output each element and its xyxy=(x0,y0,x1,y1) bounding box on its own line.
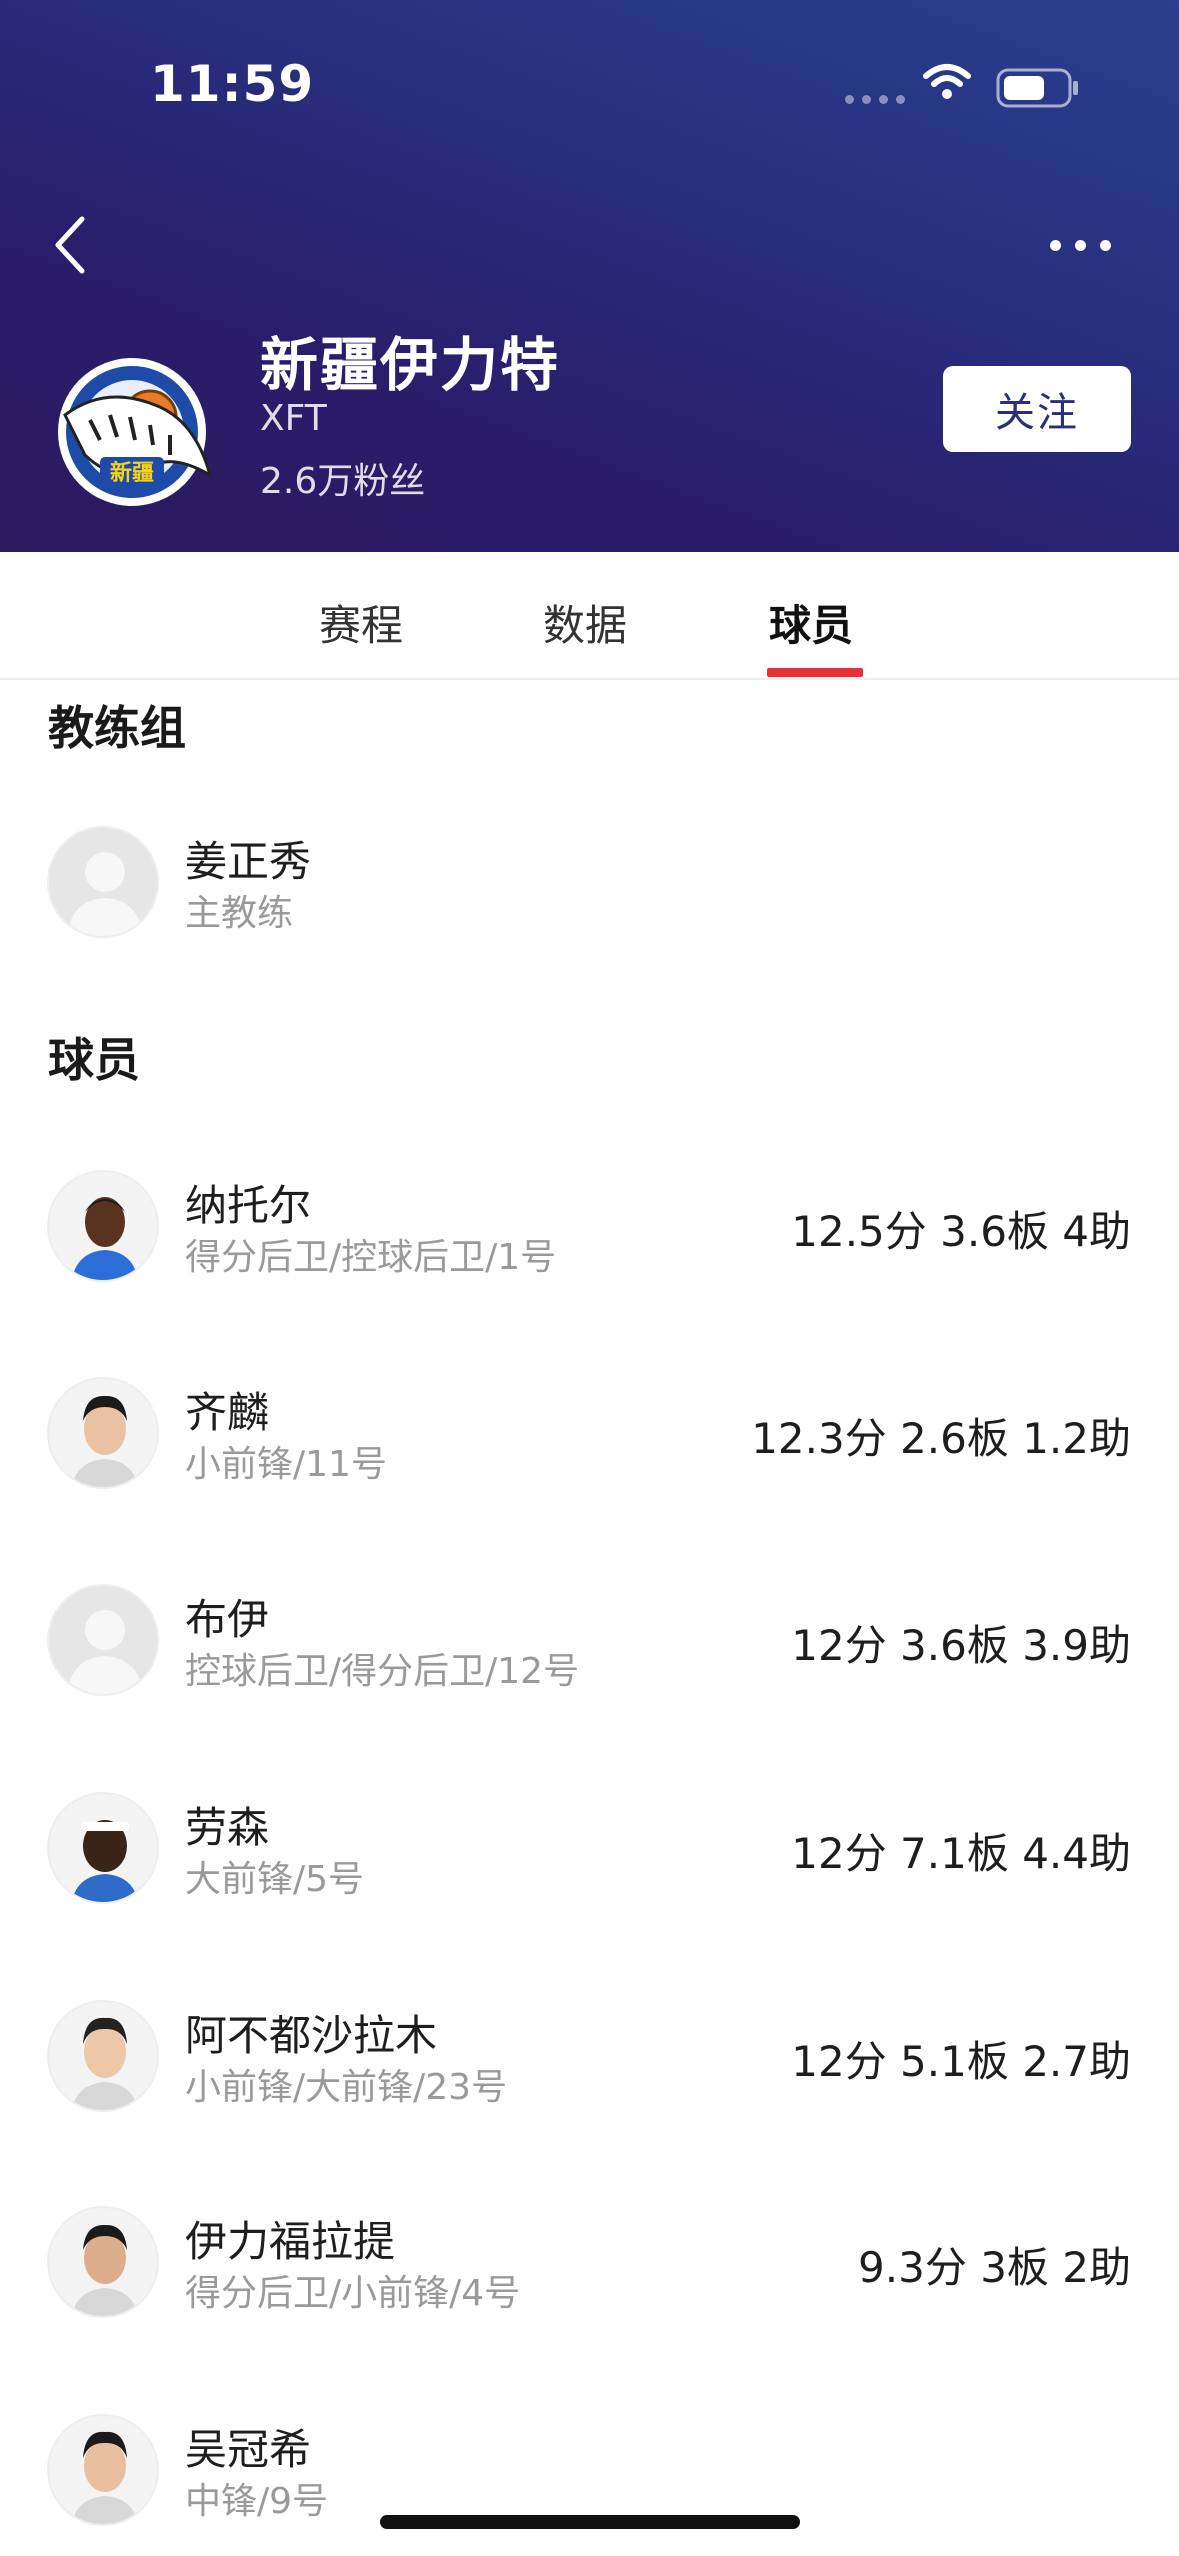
status-time: 11:59 xyxy=(150,55,315,113)
player-name: 劳森 xyxy=(185,1803,270,1852)
team-header: 11:59 新疆 新疆伊力特 XFT 2.6万粉丝 关注 xyxy=(0,0,1179,552)
coach-role: 主教练 xyxy=(185,893,294,934)
player-stats: 12.5分 3.6板 4助 xyxy=(791,1207,1131,1256)
player-row[interactable]: 伊力福拉提 得分后卫/小前锋/4号 9.3分 3板 2助 xyxy=(0,2206,1179,2326)
battery-icon xyxy=(996,68,1078,108)
player-name: 纳托尔 xyxy=(185,1181,312,1230)
cellular-signal-icon xyxy=(845,95,905,104)
team-fans-count: 2.6万粉丝 xyxy=(260,461,426,502)
team-abbreviation: XFT xyxy=(260,398,327,439)
tab-bar: 赛程 数据 球员 xyxy=(0,552,1179,680)
active-tab-indicator xyxy=(767,668,863,677)
wifi-icon xyxy=(923,64,971,99)
player-position: 得分后卫/控球后卫/1号 xyxy=(185,1237,557,1278)
more-options-icon[interactable] xyxy=(1050,240,1111,251)
player-name: 布伊 xyxy=(185,1595,270,1644)
coach-name: 姜正秀 xyxy=(185,837,312,886)
svg-text:新疆: 新疆 xyxy=(110,460,154,486)
player-stats: 12分 7.1板 4.4助 xyxy=(791,1829,1131,1878)
player-stats: 12分 3.6板 3.9助 xyxy=(791,1621,1131,1670)
player-stats: 12分 5.1板 2.7助 xyxy=(791,2037,1131,2086)
player-avatar xyxy=(47,2206,159,2318)
player-avatar xyxy=(47,1792,159,1904)
coach-row[interactable]: 姜正秀 主教练 xyxy=(0,826,1179,946)
team-name: 新疆伊力特 xyxy=(260,331,561,399)
player-position: 中锋/9号 xyxy=(185,2481,329,2522)
player-avatar xyxy=(47,1377,159,1489)
player-position: 大前锋/5号 xyxy=(185,1859,365,1900)
follow-button[interactable]: 关注 xyxy=(943,366,1131,452)
player-position: 得分后卫/小前锋/4号 xyxy=(185,2273,521,2314)
player-position: 小前锋/大前锋/23号 xyxy=(185,2067,508,2108)
avatar-placeholder-icon xyxy=(47,1584,159,1696)
player-row[interactable]: 布伊 控球后卫/得分后卫/12号 12分 3.6板 3.9助 xyxy=(0,1584,1179,1704)
player-avatar xyxy=(47,2000,159,2112)
home-indicator xyxy=(380,2515,800,2529)
player-row[interactable]: 阿不都沙拉木 小前锋/大前锋/23号 12分 5.1板 2.7助 xyxy=(0,2000,1179,2120)
players-section-title: 球员 xyxy=(48,1033,140,1087)
avatar-placeholder-icon xyxy=(47,826,159,938)
tab-players[interactable]: 球员 xyxy=(769,592,853,653)
player-row[interactable]: 劳森 大前锋/5号 12分 7.1板 4.4助 xyxy=(0,1792,1179,1912)
team-logo: 新疆 xyxy=(58,358,213,506)
player-position: 控球后卫/得分后卫/12号 xyxy=(185,1651,580,1692)
player-name: 阿不都沙拉木 xyxy=(185,2011,438,2060)
player-stats: 12.3分 2.6板 1.2助 xyxy=(751,1414,1131,1463)
player-name: 吴冠希 xyxy=(185,2425,312,2474)
coaches-section-title: 教练组 xyxy=(48,701,186,755)
player-avatar xyxy=(47,1170,159,1282)
tab-schedule[interactable]: 赛程 xyxy=(319,592,403,653)
player-stats: 9.3分 3板 2助 xyxy=(858,2243,1131,2292)
player-row[interactable]: 齐麟 小前锋/11号 12.3分 2.6板 1.2助 xyxy=(0,1377,1179,1497)
player-row[interactable]: 纳托尔 得分后卫/控球后卫/1号 12.5分 3.6板 4助 xyxy=(0,1170,1179,1290)
player-name: 伊力福拉提 xyxy=(185,2217,396,2266)
tab-stats[interactable]: 数据 xyxy=(543,592,627,653)
player-avatar xyxy=(47,2414,159,2526)
player-position: 小前锋/11号 xyxy=(185,1444,387,1485)
player-name: 齐麟 xyxy=(185,1388,270,1437)
back-arrow-icon[interactable] xyxy=(50,215,90,275)
